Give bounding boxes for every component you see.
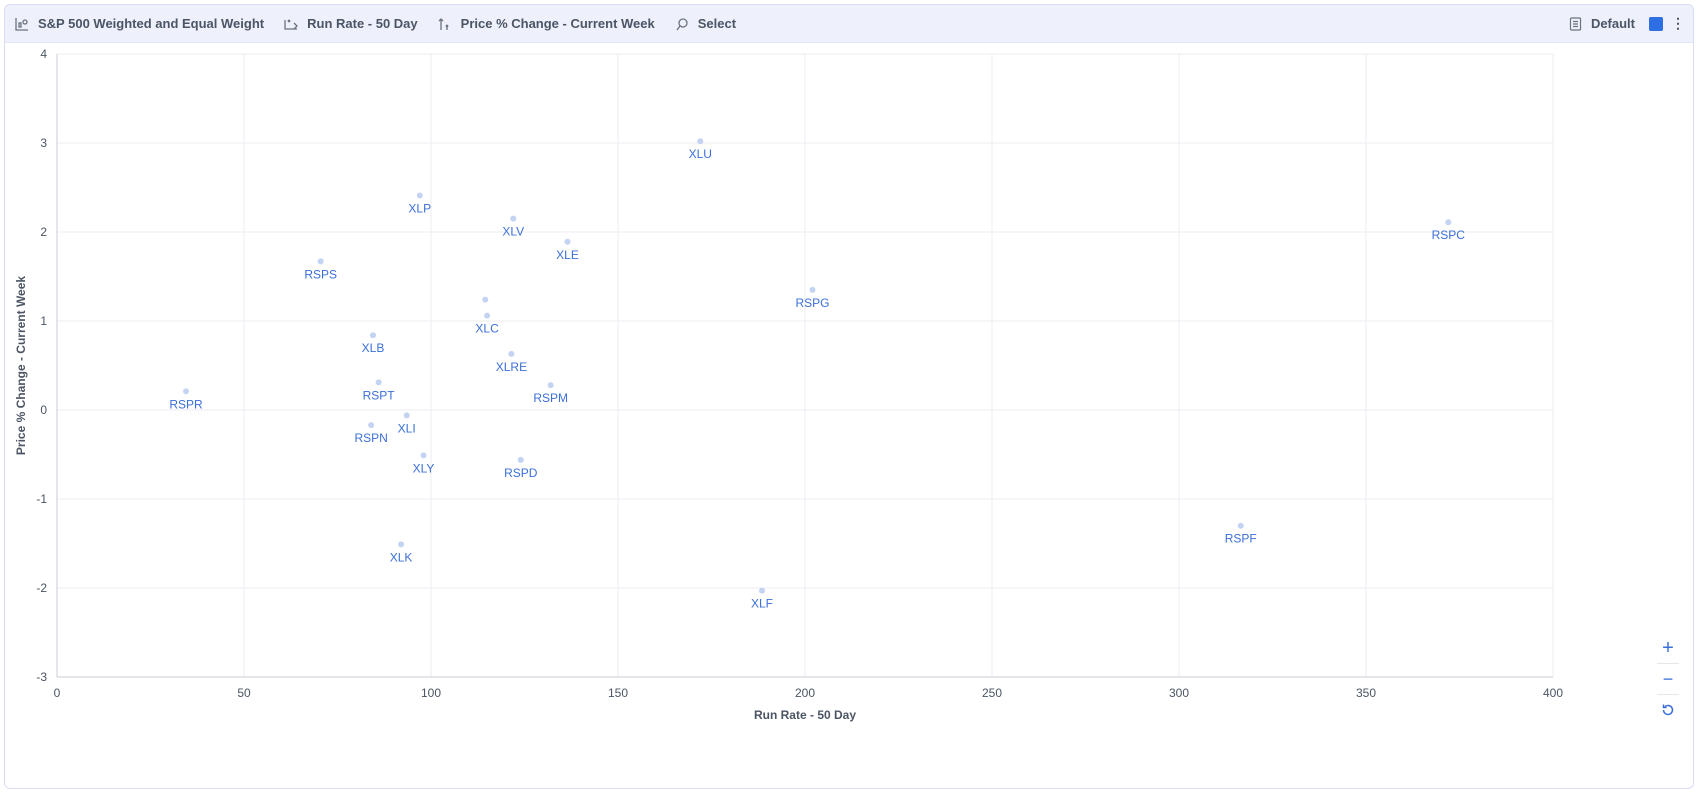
preset-label: Default	[1590, 16, 1635, 31]
chart-icon	[15, 17, 28, 31]
zoom-divider	[1657, 694, 1679, 695]
scatter-point[interactable]	[375, 379, 382, 386]
chart-panel: S&P 500 Weighted and Equal Weight Run Ra…	[4, 4, 1694, 789]
scatter-point[interactable]	[809, 286, 816, 293]
point-label: XLC	[475, 322, 499, 336]
select-icon	[676, 17, 688, 30]
y-tick-label: 4	[40, 47, 47, 61]
x-tick-label: 100	[421, 686, 441, 700]
scatter-point[interactable]	[416, 192, 423, 199]
scatter-point[interactable]	[564, 238, 571, 245]
chart-selector-button[interactable]: S&P 500 Weighted and Equal Weight	[5, 5, 274, 42]
y-axis-label: Price % Change - Current Week	[14, 276, 28, 455]
y-tick-label: -2	[36, 581, 47, 595]
point-label: RSPN	[354, 431, 387, 445]
y-tick-label: -1	[36, 492, 47, 506]
scatter-chart[interactable]: 0 50 100 150 200 250 300 350 400 -3 -2 -1 0 1 2 3 4 XLU X…	[5, 44, 1694, 789]
x-tick-label: 200	[795, 686, 815, 700]
color-swatch[interactable]	[1649, 16, 1663, 31]
reset-icon	[1662, 704, 1674, 716]
scatter-point[interactable]	[368, 422, 375, 429]
document-icon	[1569, 16, 1582, 31]
chart-toolbar: S&P 500 Weighted and Equal Weight Run Ra…	[5, 5, 1693, 43]
y-axis-metric-label: Price % Change - Current Week	[460, 16, 655, 31]
x-axis-label: Run Rate - 50 Day	[754, 708, 856, 722]
point-label: XLK	[390, 550, 413, 564]
point-label: RSPM	[533, 391, 568, 405]
y-axis-metric-button[interactable]: Price % Change - Current Week	[428, 5, 665, 42]
scatter-point[interactable]	[482, 296, 489, 303]
point-label: RSPS	[304, 267, 337, 281]
x-tick-label: 300	[1169, 686, 1189, 700]
scatter-point[interactable]	[420, 452, 427, 459]
point-label: XLF	[751, 597, 773, 611]
scatter-point[interactable]	[183, 388, 190, 395]
x-tick-label: 50	[237, 686, 251, 700]
x-tick-label: 400	[1543, 686, 1563, 700]
y-axis-icon	[438, 17, 449, 30]
zoom-divider	[1657, 663, 1679, 664]
point-label: XLRE	[496, 360, 527, 374]
preset-button[interactable]: Default	[1559, 5, 1645, 42]
y-tick-label: 0	[40, 403, 47, 417]
point-label: RSPC	[1432, 228, 1466, 242]
x-tick-label: 150	[608, 686, 628, 700]
x-tick-label: 250	[982, 686, 1002, 700]
scatter-point[interactable]	[1445, 219, 1452, 226]
chart-title: S&P 500 Weighted and Equal Weight	[38, 16, 265, 31]
zoom-out-button[interactable]: −	[1653, 666, 1683, 692]
scatter-point[interactable]	[398, 541, 405, 548]
point-label: XLI	[398, 421, 416, 435]
scatter-point[interactable]	[403, 412, 410, 419]
kebab-icon[interactable]: ⋮	[1669, 15, 1687, 32]
point-label: RSPG	[795, 296, 829, 310]
scatter-point[interactable]	[697, 138, 704, 145]
point-label: RSPR	[169, 397, 203, 411]
point-label: XLE	[556, 248, 579, 262]
x-axis-metric-label: Run Rate - 50 Day	[307, 16, 418, 31]
reset-zoom-button[interactable]	[1653, 697, 1683, 723]
point-label: RSPF	[1225, 532, 1257, 546]
zoom-in-button[interactable]: +	[1653, 635, 1683, 661]
point-label: RSPT	[363, 388, 396, 402]
scatter-point[interactable]	[508, 350, 515, 357]
x-tick-label: 0	[54, 686, 61, 700]
scatter-point[interactable]	[758, 587, 765, 594]
point-label: XLP	[408, 202, 431, 216]
x-tick-label: 350	[1356, 686, 1376, 700]
point-label: RSPD	[504, 466, 538, 480]
y-tick-label: -3	[36, 670, 47, 684]
select-label: Select	[697, 16, 737, 31]
scatter-point[interactable]	[370, 332, 377, 339]
scatter-point[interactable]	[547, 382, 554, 389]
x-axis-metric-button[interactable]: Run Rate - 50 Day	[274, 5, 428, 42]
x-axis-icon	[284, 19, 299, 30]
point-label: XLB	[362, 341, 385, 355]
select-button[interactable]: Select	[665, 5, 746, 42]
scatter-point[interactable]	[317, 258, 324, 265]
scatter-point[interactable]	[484, 312, 491, 319]
point-label: XLV	[502, 225, 524, 239]
scatter-point[interactable]	[517, 456, 524, 463]
point-label: XLY	[413, 461, 435, 475]
zoom-controls: + −	[1653, 635, 1683, 723]
y-tick-label: 2	[40, 225, 47, 239]
y-tick-label: 3	[40, 136, 47, 150]
scatter-point[interactable]	[510, 215, 517, 222]
y-tick-label: 1	[40, 314, 47, 328]
scatter-point[interactable]	[1237, 522, 1244, 529]
point-label: XLU	[689, 147, 712, 161]
